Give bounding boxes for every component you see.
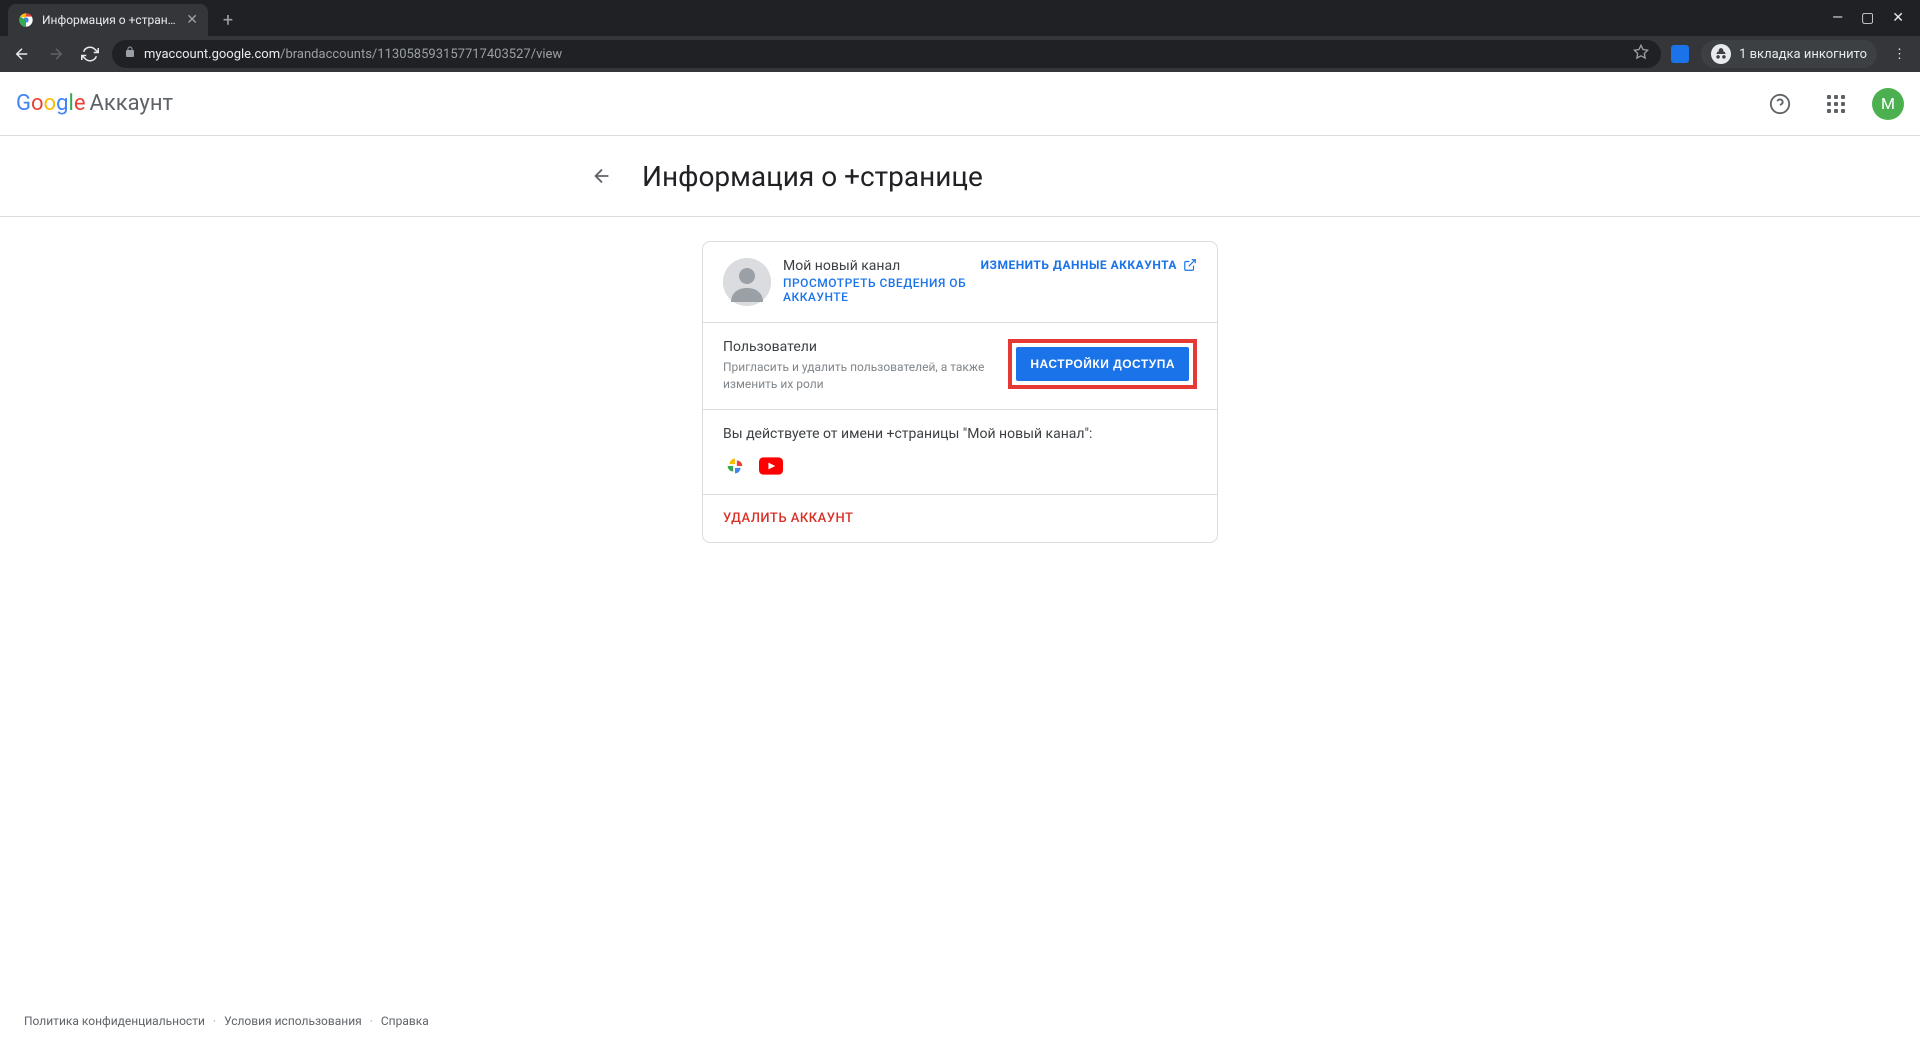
delete-section: УДАЛИТЬ АККАУНТ — [703, 495, 1217, 542]
account-actions: ИЗМЕНИТЬ ДАННЫЕ АККАУНТА — [981, 258, 1197, 272]
tab-title: Информация о +странице — [42, 13, 178, 27]
content-card: Мой новый канал ПРОСМОТРЕТЬ СВЕДЕНИЯ ОБ … — [702, 241, 1218, 543]
users-title: Пользователи — [723, 339, 992, 355]
browser-menu-icon[interactable]: ⋮ — [1889, 47, 1910, 62]
external-link-icon — [1183, 258, 1197, 272]
users-info: Пользователи Пригласить и удалить пользо… — [723, 339, 992, 393]
google-photos-icon[interactable] — [723, 454, 747, 478]
access-settings-button[interactable]: НАСТРОЙКИ ДОСТУПА — [1016, 347, 1189, 381]
page-title: Информация о +странице — [642, 160, 983, 193]
tab-close-icon[interactable]: ✕ — [186, 12, 198, 28]
account-info: Мой новый канал ПРОСМОТРЕТЬ СВЕДЕНИЯ ОБ … — [783, 258, 969, 304]
page-title-section: Информация о +странице — [0, 136, 1920, 217]
content-card-wrap: Мой новый канал ПРОСМОТРЕТЬ СВЕДЕНИЯ ОБ … — [630, 241, 1290, 543]
toolbar-right: 1 вкладка инкогнито ⋮ — [1671, 40, 1910, 68]
youtube-icon[interactable] — [759, 454, 783, 478]
minimize-icon[interactable]: — — [1832, 10, 1843, 26]
browser-toolbar: myaccount.google.com/brandaccounts/11305… — [0, 36, 1920, 72]
nav-forward-icon[interactable] — [44, 42, 68, 66]
change-data-label: ИЗМЕНИТЬ ДАННЫЕ АККАУНТА — [981, 258, 1177, 272]
back-button[interactable] — [582, 156, 622, 196]
address-bar[interactable]: myaccount.google.com/brandaccounts/11305… — [112, 40, 1661, 68]
maximize-icon[interactable]: ▢ — [1861, 10, 1874, 26]
change-data-link[interactable]: ИЗМЕНИТЬ ДАННЫЕ АККАУНТА — [981, 258, 1197, 272]
footer-separator: · — [213, 1014, 216, 1028]
apps-icon[interactable] — [1816, 84, 1856, 124]
service-icons — [723, 454, 1197, 478]
extension-icon[interactable] — [1671, 45, 1689, 63]
incognito-label: 1 вкладка инкогнито — [1739, 47, 1867, 62]
browser-chrome: Информация о +странице ✕ + — ▢ ✕ myaccou… — [0, 0, 1920, 72]
access-button-highlight: НАСТРОЙКИ ДОСТУПА — [1008, 339, 1197, 389]
users-section: Пользователи Пригласить и удалить пользо… — [703, 323, 1217, 410]
bookmark-star-icon[interactable] — [1633, 44, 1649, 64]
lock-icon — [124, 46, 136, 62]
window-controls: — ▢ ✕ — [1816, 10, 1920, 26]
reload-icon[interactable] — [78, 42, 102, 66]
app-header: Google Аккаунт M — [0, 72, 1920, 136]
url-text: myaccount.google.com/brandaccounts/11305… — [144, 47, 562, 62]
footer-separator: · — [370, 1014, 373, 1028]
incognito-icon — [1711, 44, 1731, 64]
header-right: M — [1760, 84, 1904, 124]
nav-back-icon[interactable] — [10, 42, 34, 66]
acting-section: Вы действуете от имени +страницы "Мой но… — [703, 410, 1217, 495]
footer-terms-link[interactable]: Условия использования — [224, 1014, 362, 1028]
footer-privacy-link[interactable]: Политика конфиденциальности — [24, 1014, 205, 1028]
users-description: Пригласить и удалить пользователей, а та… — [723, 359, 992, 393]
google-wordmark: Google — [16, 91, 85, 116]
account-name: Мой новый канал — [783, 258, 969, 274]
acting-text: Вы действуете от имени +страницы "Мой но… — [723, 426, 1197, 442]
product-name: Аккаунт — [89, 91, 173, 116]
account-avatar[interactable]: M — [1872, 88, 1904, 120]
new-tab-button[interactable]: + — [214, 6, 242, 34]
google-logo[interactable]: Google Аккаунт — [16, 91, 173, 116]
incognito-badge[interactable]: 1 вкладка инкогнито — [1701, 40, 1877, 68]
footer: Политика конфиденциальности · Условия ис… — [0, 1002, 1920, 1040]
account-section: Мой новый канал ПРОСМОТРЕТЬ СВЕДЕНИЯ ОБ … — [703, 242, 1217, 323]
footer-help-link[interactable]: Справка — [381, 1014, 429, 1028]
tab-favicon — [18, 12, 34, 28]
tab-strip: Информация о +странице ✕ + — ▢ ✕ — [0, 0, 1920, 36]
view-details-link[interactable]: ПРОСМОТРЕТЬ СВЕДЕНИЯ ОБ АККАУНТЕ — [783, 276, 969, 304]
profile-avatar-icon — [723, 258, 771, 306]
browser-tab[interactable]: Информация о +странице ✕ — [8, 4, 208, 36]
help-icon[interactable] — [1760, 84, 1800, 124]
close-window-icon[interactable]: ✕ — [1892, 10, 1904, 26]
avatar-letter: M — [1881, 94, 1895, 113]
delete-account-link[interactable]: УДАЛИТЬ АККАУНТ — [723, 511, 1197, 526]
